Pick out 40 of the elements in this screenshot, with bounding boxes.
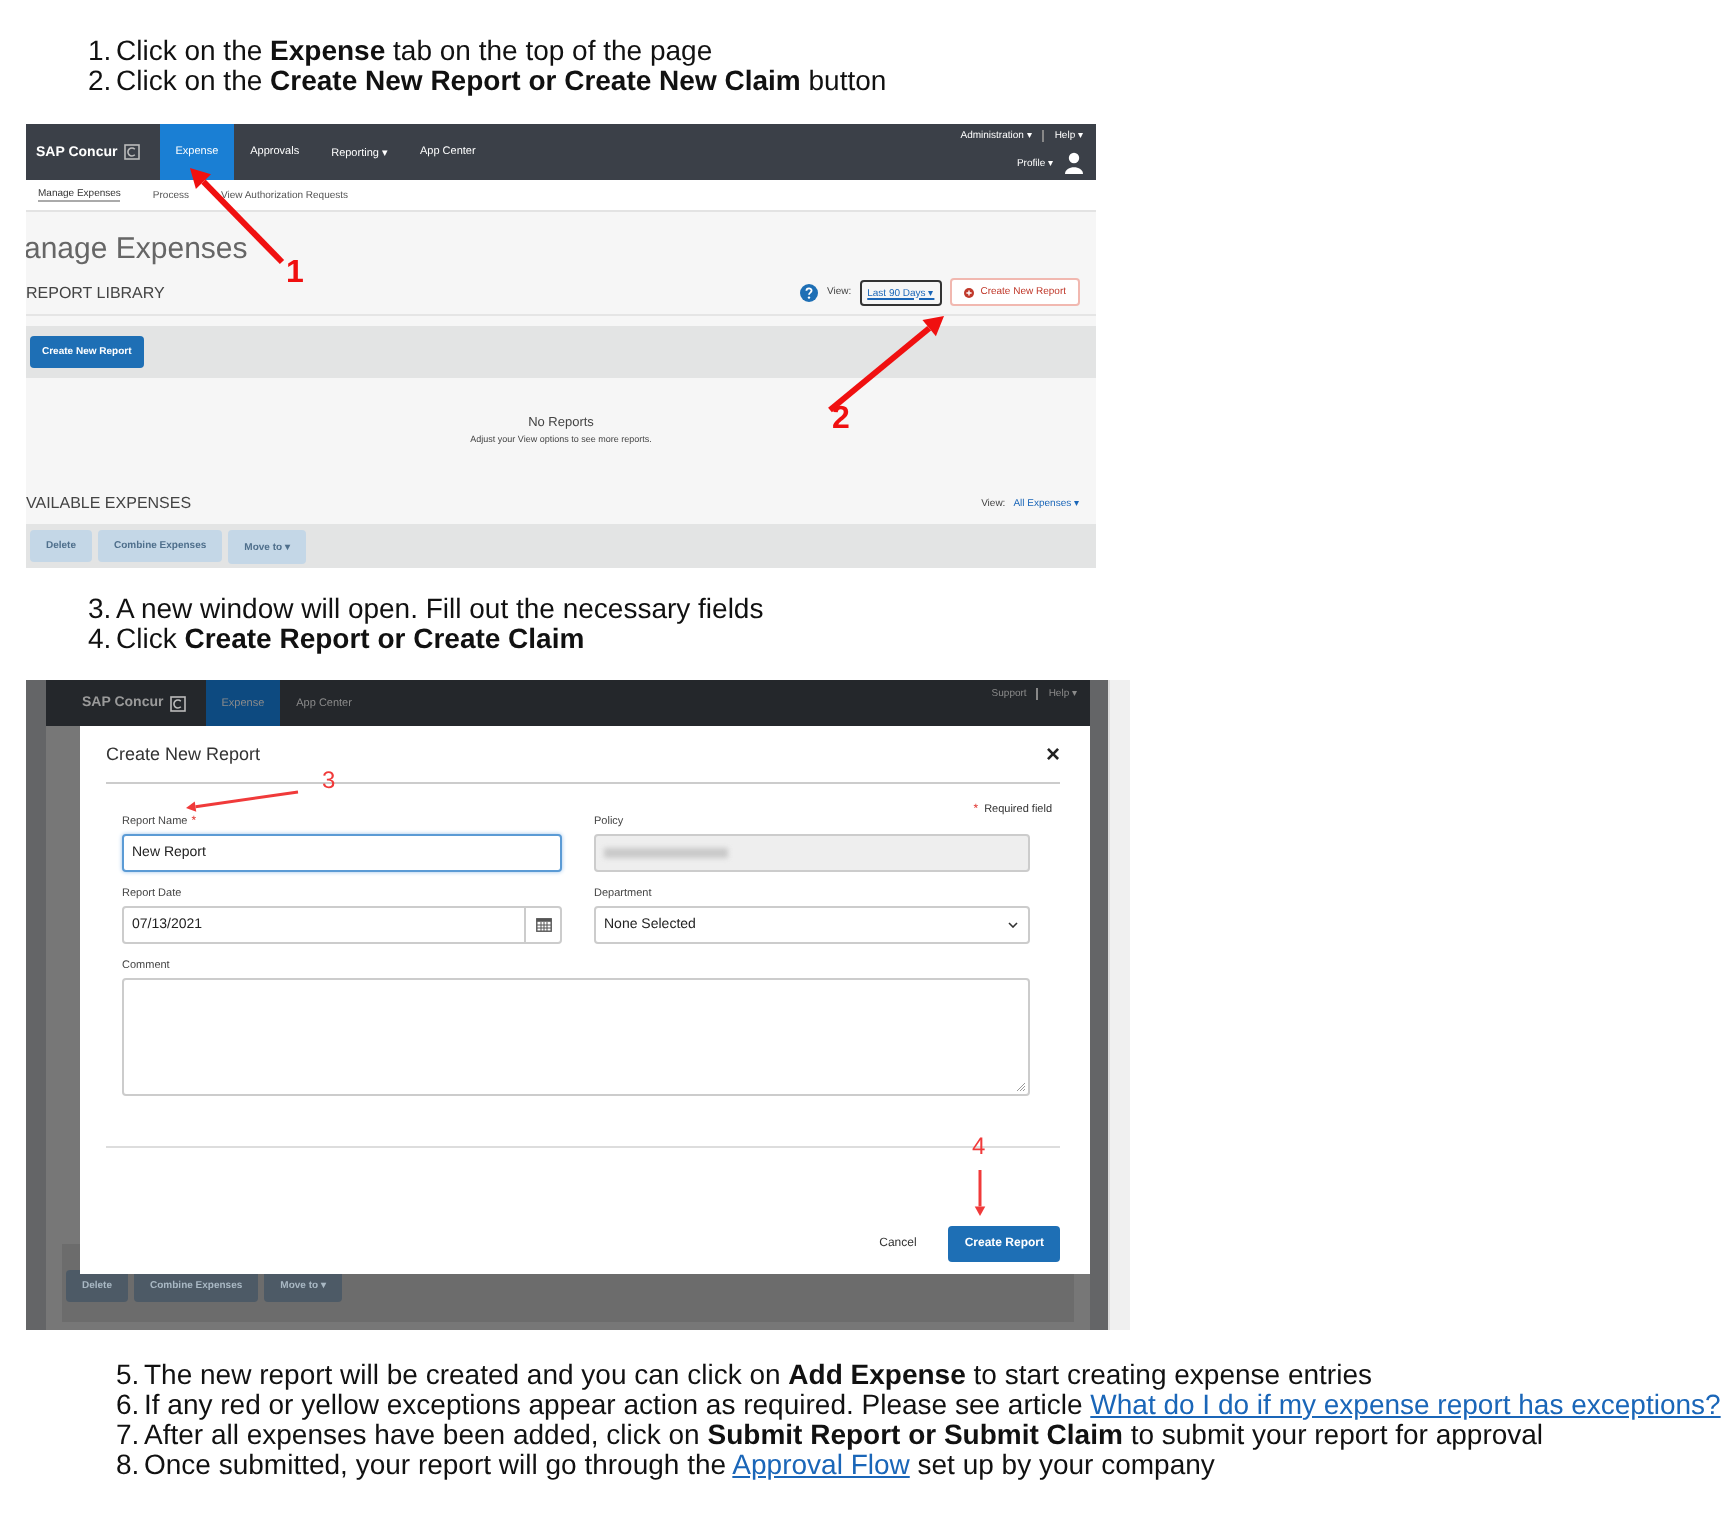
- step-number: 5.: [116, 1360, 142, 1390]
- policy-field[interactable]: [594, 834, 1030, 872]
- user-icon[interactable]: [1064, 152, 1084, 174]
- section-heading: VAILABLE EXPENSES: [26, 494, 192, 512]
- scrollbar[interactable]: [1108, 680, 1130, 1330]
- help-icon[interactable]: [800, 283, 819, 301]
- step-text: Click Create Report or Create Claim: [116, 624, 585, 654]
- annotation-number: 4: [972, 1134, 986, 1158]
- comment-field[interactable]: [122, 978, 1030, 1096]
- close-button[interactable]: ×: [1045, 740, 1060, 768]
- dialog-title: Create New Report: [106, 744, 261, 764]
- step-number: 4.: [88, 624, 114, 654]
- annotation-number: 3: [322, 768, 336, 792]
- annotation-number: 2: [832, 404, 850, 436]
- section-heading: REPORT LIBRARY: [26, 283, 165, 301]
- page-title: anage Expenses: [26, 232, 250, 266]
- step-text: Click on the Create New Report or Create New Claim button: [116, 66, 887, 96]
- step-number: 6.: [116, 1390, 142, 1420]
- step-text: If any red or yellow exceptions appear action as required. Please see article What do I do if my expense report has exceptions?: [144, 1390, 1721, 1420]
- article-link[interactable]: Approval Flow: [732, 1448, 910, 1480]
- step-number: 2.: [88, 66, 114, 96]
- step-text: The new report will be created and you can click on Add Expense to start creating expense entries: [144, 1360, 1372, 1390]
- logo-icon: [169, 695, 186, 711]
- chevron-down-icon: [1008, 922, 1018, 928]
- article-link[interactable]: What do I do if my expense report has exceptions?: [1090, 1388, 1721, 1420]
- step-number: 8.: [116, 1450, 142, 1480]
- resize-handle-icon[interactable]: [1016, 1082, 1026, 1092]
- step-number: 1.: [88, 36, 114, 66]
- annotation-number: 1: [286, 258, 304, 290]
- step-number: 3.: [88, 594, 114, 624]
- logo-icon: [123, 144, 140, 160]
- step-text: Once submitted, your report will go through the Approval Flow set up by your company: [144, 1450, 1215, 1480]
- step-text: Click on the Expense tab on the top of the page: [116, 36, 713, 66]
- annotation-arrow: [186, 790, 299, 812]
- step-text: A new window will open. Fill out the necessary fields: [116, 594, 764, 624]
- annotation-arrow: [974, 1170, 986, 1216]
- calendar-icon[interactable]: [535, 918, 551, 932]
- plus-circle-icon: [964, 287, 975, 297]
- step-text: After all expenses have been added, click on Submit Report or Submit Claim to submit your report for approval: [144, 1420, 1544, 1450]
- step-number: 7.: [116, 1420, 142, 1450]
